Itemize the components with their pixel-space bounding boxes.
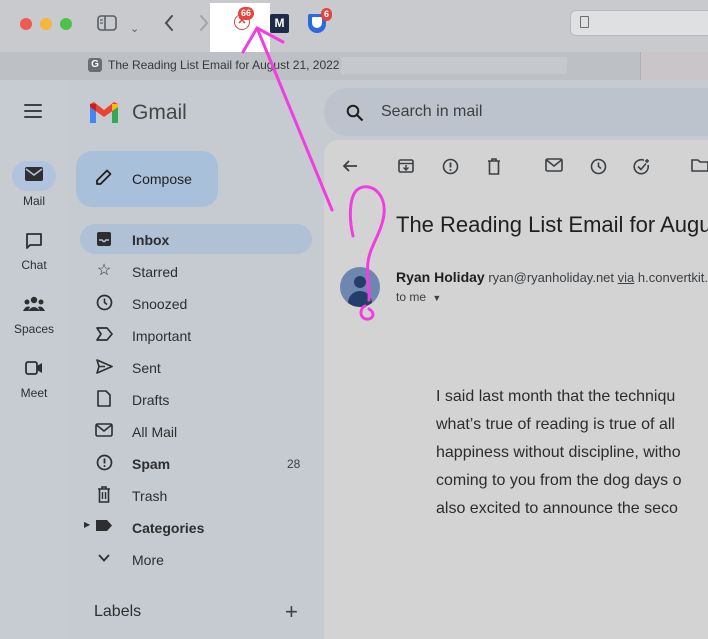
- rail-chat-label[interactable]: Chat: [0, 258, 68, 272]
- sender-line: Ryan Holiday ryan@ryanholiday.net via h.…: [396, 269, 708, 285]
- add-label-button[interactable]: +: [285, 600, 298, 624]
- redacted-area: [341, 57, 567, 74]
- delete-icon[interactable]: [484, 158, 504, 180]
- sender-avatar[interactable]: [340, 267, 380, 307]
- mark-unread-icon[interactable]: [544, 158, 564, 177]
- chat-icon[interactable]: [25, 232, 43, 255]
- sender-name[interactable]: Ryan Holiday: [396, 269, 485, 285]
- tab-favicon-icon: G: [88, 58, 102, 72]
- m-extension-icon[interactable]: M: [270, 14, 289, 33]
- nav-starred[interactable]: Starred: [132, 264, 178, 280]
- nav-sent[interactable]: Sent: [132, 360, 161, 376]
- to-label: to me: [396, 290, 427, 304]
- body-line: happiness without discipline, witho: [436, 444, 681, 461]
- body-line: also excited to announce the seco: [436, 500, 678, 517]
- nav-categories[interactable]: Categories: [132, 520, 204, 536]
- categories-expand-icon[interactable]: ▶: [84, 520, 90, 529]
- forward-button[interactable]: [198, 12, 210, 40]
- spaces-icon[interactable]: [23, 296, 45, 317]
- zoom-window-button[interactable]: [60, 18, 72, 30]
- main-menu-icon[interactable]: [24, 103, 44, 119]
- sidebar-toggle-icon[interactable]: [97, 14, 117, 38]
- body-line: coming to you from the dog days o: [436, 472, 682, 489]
- bitwarden-extension-badge: 6: [321, 8, 333, 21]
- label-icon: [94, 519, 114, 537]
- address-bar[interactable]: [570, 10, 708, 36]
- caret-down-icon: ▼: [432, 293, 442, 303]
- report-spam-icon[interactable]: [440, 158, 460, 180]
- move-to-icon[interactable]: [690, 158, 708, 177]
- draft-icon: [94, 390, 114, 412]
- trash-icon: [94, 486, 114, 508]
- inbox-icon: [94, 231, 114, 252]
- tab-inactive[interactable]: [640, 52, 708, 80]
- back-arrow-icon[interactable]: [340, 158, 360, 179]
- nav-inbox-active: [80, 224, 312, 254]
- clock-icon: [94, 294, 114, 316]
- tab-title[interactable]: The Reading List Email for August 21, 20…: [108, 58, 347, 72]
- archive-icon[interactable]: [396, 158, 416, 179]
- nav-spam[interactable]: Spam: [132, 456, 170, 472]
- nav-inbox[interactable]: Inbox: [132, 232, 169, 248]
- back-button[interactable]: [163, 12, 175, 40]
- spam-count: 28: [287, 457, 301, 471]
- search-icon[interactable]: [346, 104, 364, 122]
- mail-icon[interactable]: [25, 167, 43, 186]
- pencil-icon: [94, 167, 114, 192]
- gmail-logo-icon[interactable]: [88, 101, 120, 125]
- important-icon: [94, 327, 114, 346]
- search-input[interactable]: Search in mail: [381, 103, 482, 121]
- page-icon: [580, 16, 589, 28]
- labels-heading: Labels: [94, 603, 142, 620]
- via-link[interactable]: via: [618, 270, 635, 285]
- rail-mail-label[interactable]: Mail: [0, 194, 68, 208]
- via-domain: h.convertkit.co: [637, 270, 708, 285]
- x-extension-badge: 66: [238, 7, 255, 20]
- recipient-details[interactable]: to me ▼: [396, 290, 441, 304]
- spam-icon: [94, 454, 114, 476]
- chevron-down-icon[interactable]: ⌄: [130, 17, 139, 41]
- send-icon: [94, 359, 114, 379]
- body-line: I said last month that the techniqu: [436, 388, 676, 405]
- star-icon: ☆: [96, 262, 112, 279]
- all-mail-icon: [94, 423, 114, 442]
- meet-icon[interactable]: [25, 361, 43, 380]
- add-task-icon[interactable]: [632, 158, 652, 181]
- sender-email: ryan@ryanholiday.net: [488, 270, 615, 285]
- minimize-window-button[interactable]: [40, 18, 52, 30]
- nav-drafts[interactable]: Drafts: [132, 392, 169, 408]
- body-line: what’s true of reading is true of all: [436, 416, 675, 433]
- snooze-icon[interactable]: [588, 158, 608, 180]
- nav-all-mail[interactable]: All Mail: [132, 424, 177, 440]
- rail-meet-label[interactable]: Meet: [0, 386, 68, 400]
- email-subject: The Reading List Email for Augus: [396, 212, 708, 237]
- nav-more[interactable]: More: [132, 552, 164, 568]
- chevron-down-icon: [94, 550, 114, 571]
- nav-snoozed[interactable]: Snoozed: [132, 296, 187, 312]
- compose-label[interactable]: Compose: [132, 171, 192, 187]
- gmail-logo-text: Gmail: [132, 101, 187, 124]
- nav-important[interactable]: Important: [132, 328, 191, 344]
- close-window-button[interactable]: [20, 18, 32, 30]
- nav-trash[interactable]: Trash: [132, 488, 167, 504]
- rail-spaces-label[interactable]: Spaces: [0, 322, 68, 336]
